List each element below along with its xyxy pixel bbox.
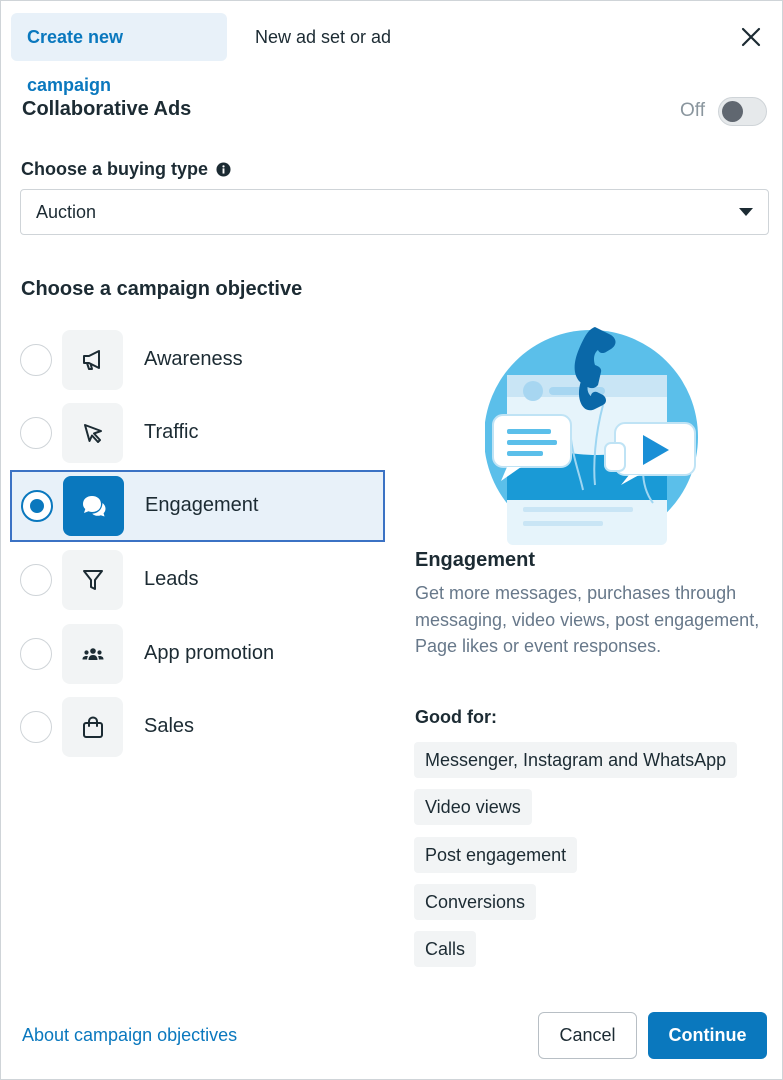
objective-option-app-promotion[interactable]: App promotion: [10, 618, 385, 690]
objective-icon-box: [62, 330, 123, 390]
good-for-chip: Conversions: [414, 884, 537, 920]
create-campaign-dialog: Create new campaign New ad set or ad Col…: [0, 0, 783, 1080]
objective-icon-box: [62, 697, 123, 757]
collaborative-ads-toggle[interactable]: [718, 97, 767, 126]
tab-create-new-campaign[interactable]: Create new campaign: [11, 13, 227, 95]
radio-app-promotion[interactable]: [20, 638, 52, 670]
radio-sales[interactable]: [20, 711, 52, 743]
info-icon[interactable]: [216, 162, 231, 177]
objective-icon-box: [62, 624, 123, 684]
objective-option-traffic[interactable]: Traffic: [10, 397, 385, 469]
good-for-chip: Video views: [414, 789, 532, 825]
objective-option-awareness[interactable]: Awareness: [10, 324, 385, 396]
buying-type-label-text: Choose a buying type: [21, 159, 209, 179]
radio-awareness[interactable]: [20, 344, 52, 376]
objective-label: App promotion: [144, 642, 275, 664]
close-button[interactable]: [731, 19, 771, 55]
objective-icon-box: [62, 403, 123, 463]
objective-label: Sales: [144, 715, 195, 737]
objective-option-leads[interactable]: Leads: [10, 544, 385, 616]
objective-icon-box: [62, 550, 123, 610]
good-for-chip: Calls: [414, 931, 477, 967]
objective-label: Traffic: [144, 421, 199, 443]
cursor-icon: [83, 424, 102, 443]
objective-option-sales[interactable]: Sales: [10, 691, 385, 763]
campaign-objective-title: Choose a campaign objective: [21, 278, 303, 300]
objective-label: Leads: [144, 568, 199, 590]
buying-type-label: Choose a buying type: [21, 159, 231, 180]
good-for-title: Good for:: [415, 707, 497, 727]
filter-icon: [82, 570, 103, 590]
engagement-illustration: [485, 327, 698, 545]
shopping-bag-icon: [82, 716, 103, 738]
about-campaign-objectives-link[interactable]: About campaign objectives: [22, 1025, 237, 1046]
buying-type-select[interactable]: Auction: [20, 189, 769, 235]
good-for-chip: Post engagement: [414, 837, 578, 873]
toggle-knob: [722, 101, 743, 122]
cancel-button[interactable]: Cancel: [538, 1012, 637, 1059]
radio-leads[interactable]: [20, 564, 52, 596]
radio-traffic[interactable]: [20, 417, 52, 449]
chat-bubbles-icon: [82, 496, 105, 517]
radio-engagement[interactable]: [21, 490, 53, 522]
objective-option-engagement[interactable]: Engagement: [10, 470, 385, 542]
good-for-chip: Messenger, Instagram and WhatsApp: [414, 742, 738, 778]
continue-button[interactable]: Continue: [648, 1012, 767, 1059]
buying-type-value: Auction: [36, 201, 97, 222]
people-icon: [82, 648, 103, 660]
chevron-down-icon: [739, 208, 753, 216]
close-icon: [741, 27, 761, 47]
objective-label: Awareness: [144, 348, 243, 370]
objective-description-title: Engagement: [415, 549, 536, 571]
objective-label: Engagement: [145, 494, 259, 516]
objective-description-text: Get more messages, purchases through mes…: [415, 583, 760, 656]
megaphone-icon: [82, 350, 100, 370]
objective-icon-box: [63, 476, 124, 536]
collaborative-ads-label: Collaborative Ads: [22, 98, 192, 120]
toggle-state-text: Off: [680, 100, 705, 121]
tab-new-ad-set-or-ad[interactable]: New ad set or ad: [239, 13, 407, 61]
